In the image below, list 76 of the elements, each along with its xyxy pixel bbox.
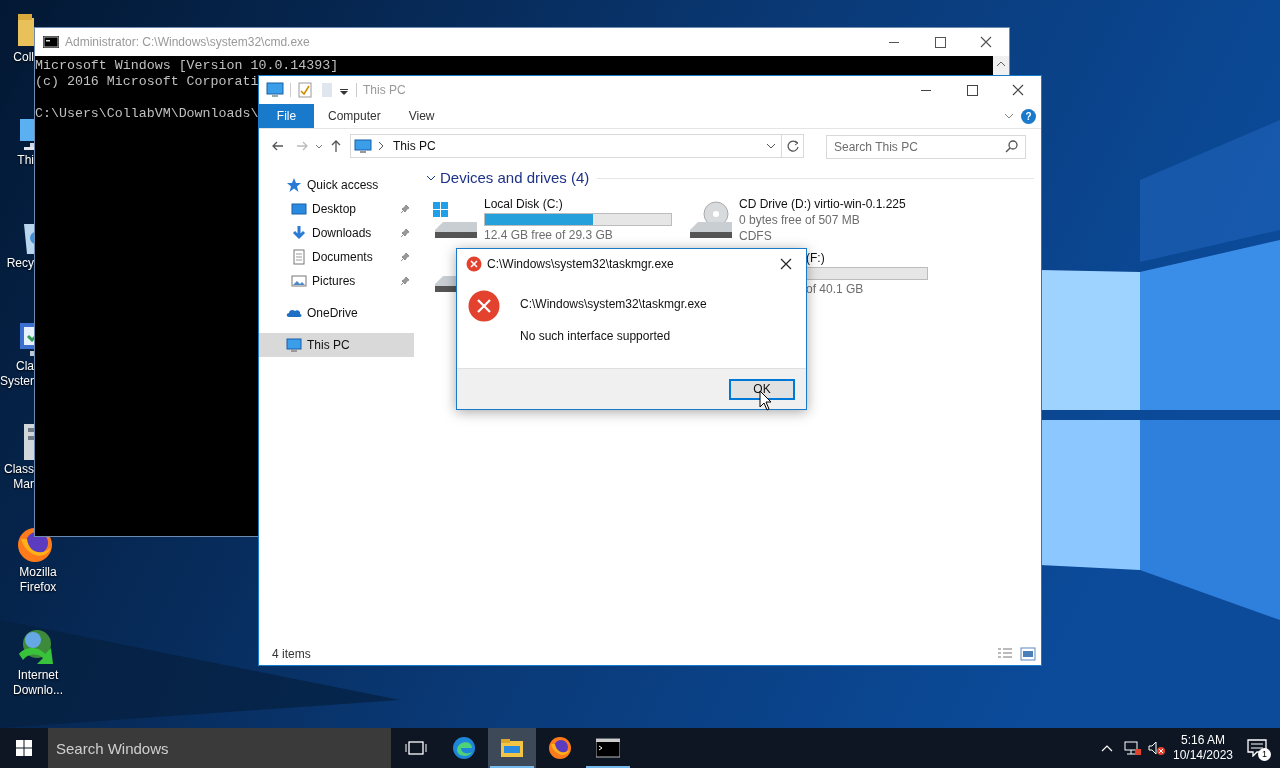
task-view-icon	[405, 740, 427, 756]
taskbar-app-button[interactable]	[488, 728, 536, 768]
console-icon	[43, 36, 59, 48]
computer-icon	[353, 137, 373, 154]
help-button[interactable]: ?	[1021, 108, 1036, 124]
ribbon-tab[interactable]: Computer	[314, 104, 395, 128]
drive-space-text: 0 bytes free of 507 MB	[739, 212, 861, 228]
desktop-icon-label[interactable]: Downlo...	[13, 683, 63, 698]
nav-computer-icon	[286, 337, 302, 353]
nav-item[interactable]: Pictures	[259, 269, 414, 293]
desktop-icon-label[interactable]: Recy	[0, 256, 34, 271]
address-text: This PC	[393, 137, 436, 155]
console-prompt: C:\Users\CollabVM\Downloads\	[35, 106, 259, 122]
refresh-button[interactable]	[782, 133, 804, 158]
app-explorer-icon	[500, 736, 524, 760]
console-line: Microsoft Windows [Version 10.0.14393]	[35, 58, 339, 74]
dialog-path-text: C:\Windows\system32\taskmgr.exe	[520, 296, 707, 313]
dialog-message: No such interface supported	[520, 328, 672, 345]
refresh-icon	[785, 138, 800, 153]
search-icon	[1004, 137, 1020, 154]
app-firefox-icon	[548, 736, 572, 760]
windows-logo-icon	[16, 740, 32, 756]
nav-star-icon	[286, 177, 302, 193]
nav-picture-icon	[291, 273, 307, 289]
console-line: (c) 2016 Microsoft Corporati	[35, 74, 259, 90]
app-edge-icon	[452, 736, 476, 760]
nav-item[interactable]: OneDrive	[259, 301, 414, 325]
file-system-text: CDFS	[739, 228, 773, 244]
nav-document-icon	[291, 249, 307, 265]
window-title: Administrator: C:\Windows\system32\cmd.exe	[65, 34, 310, 51]
action-center-button[interactable]: 1	[1234, 728, 1280, 768]
volume-muted-icon[interactable]	[1148, 740, 1166, 756]
error-icon	[466, 256, 482, 272]
network-icon[interactable]	[1124, 740, 1142, 756]
address-bar[interactable]: This PC	[350, 133, 782, 158]
desktop-icon-label[interactable]: Thi	[0, 153, 34, 168]
clock-date[interactable]: 10/14/2023	[1172, 748, 1234, 763]
nav-item[interactable]: Desktop	[259, 197, 414, 221]
drive-space-text: of 40.1 GB	[806, 281, 865, 297]
computer-icon	[266, 82, 284, 98]
drive-icon[interactable]	[433, 200, 479, 240]
drive-icon[interactable]	[688, 200, 734, 240]
ok-button[interactable]: OK	[729, 378, 795, 400]
app-cmd-icon	[596, 736, 620, 760]
drive-name[interactable]: Local Disk (C:)	[484, 196, 672, 212]
drive-name[interactable]: (F:)	[806, 250, 928, 266]
desktop-icon-label[interactable]: Cla	[0, 359, 34, 374]
group-header[interactable]: Devices and drives (4)	[440, 166, 590, 190]
nav-item[interactable]: Documents	[259, 245, 414, 269]
desktop-icon-label[interactable]: Mar	[0, 477, 34, 492]
desktop-icon-label[interactable]: Firefox	[19, 580, 57, 595]
dialog-title: C:\Windows\system32\taskmgr.exe	[487, 256, 674, 273]
nav-item[interactable]: Quick access	[259, 173, 414, 197]
large-icons-view-icon[interactable]	[1020, 647, 1036, 661]
properties-icon[interactable]	[297, 82, 313, 98]
error-icon	[468, 290, 500, 322]
nav-desktop-icon	[291, 201, 307, 217]
drive-space-text: 12.4 GB free of 29.3 GB	[484, 227, 614, 243]
window-title: This PC	[363, 82, 406, 99]
taskbar-search-field[interactable]: Search Windows	[48, 728, 391, 768]
desktop-icon-label[interactable]: Class	[0, 462, 34, 477]
nav-item[interactable]: Downloads	[259, 221, 414, 245]
drive-name[interactable]: CD Drive (D:) virtio-win-0.1.225	[739, 196, 906, 212]
desktop-icon-label[interactable]: Syster	[0, 374, 34, 389]
nav-item[interactable]: This PC	[259, 333, 414, 357]
notification-count: 1	[1258, 748, 1271, 761]
search-field[interactable]: Search This PC	[826, 134, 1026, 159]
item-count: 4 items	[272, 646, 311, 663]
nav-download-icon	[291, 225, 307, 241]
desktop-icon-label[interactable]: Mozilla	[19, 565, 57, 580]
notification-icon	[1247, 739, 1267, 757]
ribbon-tab[interactable]: File	[259, 104, 314, 128]
desktop-icon-label[interactable]: Internet	[17, 668, 59, 683]
desktop-icon-label[interactable]: Coll	[0, 50, 34, 65]
ribbon-tab[interactable]: View	[394, 104, 449, 128]
clock-time[interactable]: 5:16 AM	[1181, 733, 1225, 748]
